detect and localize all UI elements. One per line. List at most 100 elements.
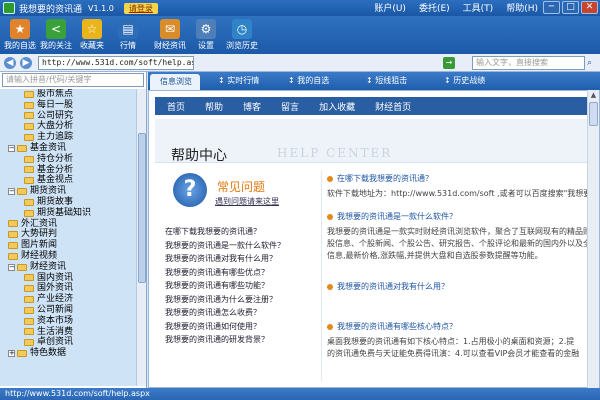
tree-item[interactable]: − 期货资讯	[0, 186, 136, 197]
tree-item[interactable]: 期货故事	[0, 197, 136, 208]
answer-question[interactable]: 在哪下载我想要的资讯通？	[327, 173, 587, 184]
tab-history-record[interactable]: ↕ 历史战绩	[444, 75, 485, 86]
tree-item[interactable]: 卓创资讯	[0, 337, 136, 348]
back-icon[interactable]: ◀	[4, 56, 16, 69]
menu-tools[interactable]: 工具(T)	[463, 1, 494, 14]
tab-short-snipe[interactable]: ↕ 短线狙击	[366, 75, 407, 86]
answer-section: 我想要的资讯通是一款什么软件？ 我想要的资讯通是一款实时财经资讯浏览软件，聚合了…	[327, 211, 587, 262]
tree-item-label: 主力追踪	[37, 132, 74, 143]
collapse-icon[interactable]: −	[8, 144, 15, 152]
collapse-icon[interactable]: −	[8, 263, 15, 271]
left-scrollbar[interactable]	[136, 89, 146, 386]
stock-search-input[interactable]: 请输入拼音/代码/关键字	[2, 73, 144, 87]
toolbar-settings-button[interactable]: ⚙ 设置	[188, 16, 224, 54]
answer-line: 的资讯通免费与天证能免费得讯演：4.可以查看VIP会员才能查看的金融	[327, 349, 580, 358]
faq-item[interactable]: 我想要的资讯通对我有什么用？	[165, 252, 305, 266]
answer-question[interactable]: 我想要的资讯通对我有什么用？	[327, 281, 587, 292]
tree-item[interactable]: 股市焦点	[0, 89, 136, 100]
toolbar-market-button[interactable]: ▤ 行情	[110, 16, 146, 54]
content-scrollbar-thumb[interactable]	[589, 102, 598, 126]
answer-question[interactable]: 我想要的资讯通是一款什么软件？	[327, 211, 587, 222]
tab-realtime-quotes[interactable]: ↕ 实时行情	[218, 75, 259, 86]
tree-item[interactable]: 主力追踪	[0, 132, 136, 143]
search-input[interactable]: 输入文字，直接搜索	[472, 56, 585, 70]
tab-my-watchlist[interactable]: ↕ 我的自选	[288, 75, 329, 86]
folder-icon	[24, 198, 34, 206]
tab-info-browse[interactable]: 信息浏览	[150, 74, 200, 90]
tree-item[interactable]: 产业经济	[0, 294, 136, 305]
site-nav-blog[interactable]: 博客	[243, 100, 261, 113]
toolbar-favorites-button[interactable]: ☆ 收藏夹	[74, 16, 110, 54]
toolbar-my-follow-button[interactable]: < 我的关注	[38, 16, 74, 54]
tree-item[interactable]: 公司研究	[0, 111, 136, 122]
tree-item[interactable]: 基金视点	[0, 175, 136, 186]
answer-question[interactable]: 我想要的资讯通有哪些核心特点？	[327, 321, 587, 332]
folder-icon	[24, 317, 34, 325]
maximize-button[interactable]: □	[562, 1, 579, 14]
folder-icon	[17, 188, 27, 196]
menu-account[interactable]: 账户(U)	[374, 1, 406, 14]
site-nav-help[interactable]: 帮助	[205, 100, 223, 113]
toolbar-history-button[interactable]: ◷ 浏览历史	[224, 16, 260, 54]
faq-item[interactable]: 我想要的资讯通有哪些功能？	[165, 279, 305, 293]
site-nav-message[interactable]: 留言	[281, 100, 299, 113]
faq-item[interactable]: 我想要的资讯通有哪些优点？	[165, 266, 305, 280]
scroll-up-icon[interactable]: ▲	[588, 90, 599, 100]
search-icon[interactable]: ⌕	[587, 57, 598, 69]
title-bar: 我想要的资讯通 V1.1.0 请登录 账户(U) 委托(E) 工具(T) 帮助(…	[0, 0, 600, 16]
faq-item[interactable]: 我想要的资讯通为什么要注册？	[165, 293, 305, 307]
collapse-icon[interactable]: −	[8, 188, 15, 196]
tab-bar: 信息浏览 ↕ 实时行情 ↕ 我的自选 ↕ 短线狙击 ↕ 历史战绩	[148, 72, 600, 90]
toolbar-label: 我的关注	[40, 41, 72, 50]
go-button[interactable]: →	[443, 57, 455, 69]
forward-icon[interactable]: ▶	[20, 56, 32, 69]
content-scrollbar[interactable]: ▲	[587, 90, 599, 388]
menu-help[interactable]: 帮助(H)	[506, 1, 538, 14]
site-nav-home[interactable]: 首页	[167, 100, 185, 113]
tree-item[interactable]: 每日一股	[0, 100, 136, 111]
tree-item[interactable]: 生活消费	[0, 327, 136, 338]
tree-item[interactable]: − 财经资讯	[0, 262, 136, 273]
menu-entrust[interactable]: 委托(E)	[419, 1, 450, 14]
tree-item[interactable]: 公司新闻	[0, 305, 136, 316]
tree-item-label: 外汇资讯	[21, 218, 58, 229]
toolbar-finance-news-button[interactable]: ✉ 财经资讯	[152, 16, 188, 54]
tree-item-label: 基金视点	[37, 175, 74, 186]
faq-item[interactable]: 我想要的资讯通怎么收费？	[165, 306, 305, 320]
site-nav-add-favorite[interactable]: 加入收藏	[319, 100, 355, 113]
folder-icon	[8, 231, 18, 239]
site-nav-finance-home[interactable]: 财经首页	[375, 100, 411, 113]
tree-item[interactable]: 外汇资讯	[0, 219, 136, 230]
faq-item[interactable]: 我想要的资讯通如何使用？	[165, 320, 305, 334]
minimize-button[interactable]: ─	[543, 1, 560, 14]
faq-item[interactable]: 我想要的资讯通是一款什么软件？	[165, 239, 305, 253]
url-input[interactable]: http://www.531d.com/soft/help.aspx	[38, 56, 194, 70]
faq-subtitle[interactable]: 遇到问题请来这里	[215, 196, 279, 207]
faq-item[interactable]: 我想要的资讯通的研发背景？	[165, 333, 305, 347]
tree-item[interactable]: 基金分析	[0, 165, 136, 176]
tree-item[interactable]: 图片新闻	[0, 240, 136, 251]
tree-item[interactable]: 期货基础知识	[0, 208, 136, 219]
tree-item[interactable]: + 特色数据	[0, 348, 136, 359]
tree-item[interactable]: 财经视频	[0, 251, 136, 262]
bullet-icon	[327, 175, 333, 182]
tree-item[interactable]: 资本市场	[0, 316, 136, 327]
toolbar-my-watchlist-button[interactable]: ★ 我的自选	[2, 16, 38, 54]
folder-icon	[8, 220, 18, 228]
tree-item-label: 卓创资讯	[37, 337, 74, 348]
close-button[interactable]: ✕	[581, 1, 598, 14]
tree-item[interactable]: 大势研判	[0, 229, 136, 240]
tree-item[interactable]: 持仓分析	[0, 154, 136, 165]
tree-item-label: 图片新闻	[21, 240, 58, 251]
tab-label: 历史战绩	[453, 76, 486, 85]
tree-item[interactable]: 大盘分析	[0, 121, 136, 132]
toolbar-label: 设置	[198, 41, 214, 50]
expand-icon[interactable]: +	[8, 350, 15, 358]
tree-item[interactable]: 国内资讯	[0, 273, 136, 284]
faq-item[interactable]: 在哪下载我想要的资讯通？	[165, 225, 305, 239]
login-link[interactable]: 请登录	[123, 2, 158, 14]
tree-item[interactable]: − 基金资讯	[0, 143, 136, 154]
app-logo-icon	[3, 2, 15, 14]
tree-item[interactable]: 国外资讯	[0, 283, 136, 294]
left-scrollbar-thumb[interactable]	[138, 133, 146, 283]
